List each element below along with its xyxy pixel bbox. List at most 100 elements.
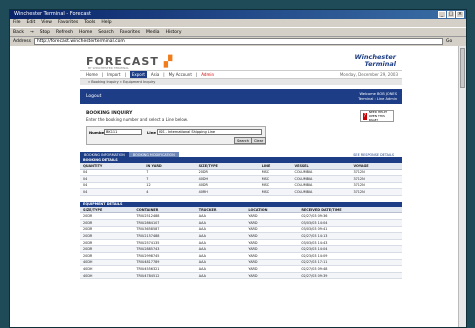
table-row: 40DH TRIU4784512 AAA YARD 02/27/03 09:39	[80, 272, 402, 280]
menu-tools[interactable]: Tools	[84, 19, 95, 27]
help-button[interactable]: ? NEED HELP? OPEN THIS PAGE?	[360, 110, 394, 122]
table-cell: AAA	[195, 272, 246, 280]
line-select[interactable]: ISS - International Shipping Line	[157, 129, 262, 135]
table-cell: 3712N	[350, 188, 402, 196]
tab-booking-modification[interactable]: BOOKING MODIFICATION	[128, 152, 179, 157]
table-cell: COLUMBIA	[291, 188, 351, 196]
vertical-scrollbar[interactable]	[458, 46, 466, 327]
table-cell: 7	[143, 169, 196, 177]
window-controls: _ □ ×	[438, 11, 464, 18]
go-button[interactable]: Go	[446, 37, 466, 46]
table-cell: 04	[80, 188, 144, 196]
sub-nav[interactable]: » Booking Inquiry » Equipment Inquiry	[80, 79, 402, 85]
address-input[interactable]: http://forecast.winchesterterminal.com	[33, 38, 443, 45]
stop-button[interactable]: Stop	[40, 28, 50, 36]
nav-export[interactable]: Export	[129, 71, 147, 78]
forward-button[interactable]: →	[30, 28, 34, 36]
equipment-details-table: SIZE/TYPE CONTAINER TRUCKER LOCATION REC…	[80, 206, 402, 280]
table-cell: AAA	[195, 219, 246, 227]
table-cell: AAA	[195, 212, 246, 220]
table-cell: 04	[80, 182, 144, 190]
table-cell: AAA	[195, 226, 246, 234]
minimize-button[interactable]: _	[438, 11, 446, 18]
table-cell: TRIU4784512	[133, 272, 196, 280]
table-row: 20DR TRIU2885743 AAA YARD 02/23/03 14:04	[80, 245, 402, 253]
scrollbar-thumb[interactable]	[460, 48, 465, 88]
table-cell: 20DR	[80, 239, 134, 247]
table-cell: 4	[143, 188, 196, 196]
address-label: Address	[13, 39, 31, 44]
table-cell: 40DH	[80, 272, 134, 280]
table-cell: 04	[80, 175, 144, 183]
table-cell: AAA	[195, 265, 246, 273]
help-icon: ?	[363, 112, 367, 120]
maximize-button[interactable]: □	[447, 11, 455, 18]
table-cell: 02/27/03 09:48	[298, 265, 402, 273]
table-cell: 20DR	[80, 245, 134, 253]
logout-link[interactable]: Logout	[86, 94, 101, 99]
back-button[interactable]: Back	[13, 28, 24, 36]
nav-asia[interactable]: Asia	[151, 71, 159, 78]
table-cell: 20DR	[80, 252, 134, 260]
table-cell: 40DR	[195, 182, 259, 190]
table-cell: 03/03/03 09:41	[298, 226, 402, 234]
table-cell: MSC	[258, 175, 292, 183]
page-viewport: FORECAST ▞ BY WINCHESTER TERMINAL Winche…	[10, 46, 458, 327]
table-row: 04 7 20DR MSC COLUMBIA 3712N	[80, 169, 402, 177]
close-button[interactable]: ×	[456, 11, 464, 18]
title-bar: Winchester Terminal - Forecast _ □ ×	[10, 10, 466, 19]
table-cell: AAA	[195, 259, 246, 267]
line-label: Line	[147, 130, 156, 135]
nav-my-account[interactable]: My Account	[169, 71, 192, 78]
table-row: 20DR TRIU2998745 AAA YARD 02/23/03 14:09	[80, 252, 402, 260]
table-cell: 20DR	[195, 169, 259, 177]
menu-file[interactable]: File	[13, 19, 21, 27]
booking-number-input[interactable]: BK111	[104, 129, 142, 135]
table-row: 40DH TRIU4817789 AAA YARD 02/27/03 17:11	[80, 259, 402, 267]
nav-admin[interactable]: Admin	[201, 71, 214, 78]
menu-help[interactable]: Help	[101, 19, 111, 27]
table-cell: 20DR	[80, 212, 134, 220]
welcome-role: Terminal : Line Admin	[358, 97, 397, 101]
table-cell: TRIU2885743	[133, 245, 196, 253]
see-response-details-link[interactable]: SEE RESPONSE DETAILS	[349, 152, 398, 158]
table-row: 04 7 40DH MSC COLUMBIA 3712N	[80, 175, 402, 183]
help-text: NEED HELP? OPEN THIS PAGE?	[368, 110, 388, 122]
welcome-text: Welcome BOB JONES Terminal : Line Admin	[358, 92, 397, 102]
table-cell: TRIU2574135	[133, 239, 196, 247]
table-cell: 3712N	[350, 169, 402, 177]
table-row: 20DR TRIU2864107 AAA YARD 03/03/03 14:04	[80, 219, 402, 227]
window-title: Winchester Terminal - Forecast	[14, 11, 91, 17]
menu-view[interactable]: View	[41, 19, 52, 27]
tab-booking-information[interactable]: BOOKING INFORMATION	[80, 152, 129, 157]
table-cell: 02/27/03 09:39	[298, 272, 402, 280]
nav-home[interactable]: Home	[86, 71, 98, 78]
menu-favorites[interactable]: Favorites	[58, 19, 78, 27]
table-row: 20DR TRIU3658587 AAA YARD 03/03/03 09:41	[80, 226, 402, 234]
clear-button[interactable]: Clear	[251, 137, 267, 144]
table-row: 20DR TRIU2157488 AAA YARD 02/27/03 14:13	[80, 232, 402, 240]
table-cell: TRIU2157488	[133, 232, 196, 240]
terminal-brand: Winchester Terminal	[354, 54, 396, 68]
table-cell: MSC	[258, 169, 292, 177]
history-button[interactable]: History	[166, 28, 182, 36]
table-cell: 20DR	[80, 232, 134, 240]
refresh-button[interactable]: Refresh	[56, 28, 73, 36]
menu-edit[interactable]: Edit	[27, 19, 36, 27]
table-cell: 03/03/03 14:43	[298, 239, 402, 247]
media-button[interactable]: Media	[146, 28, 160, 36]
table-cell: COLUMBIA	[291, 182, 351, 190]
table-cell: 3712N	[350, 175, 402, 183]
table-cell: YARD	[245, 272, 299, 280]
home-button[interactable]: Home	[79, 28, 92, 36]
menu-bar: File Edit View Favorites Tools Help	[10, 19, 466, 27]
table-row: 04 4 40RH MSC COLUMBIA 3712N	[80, 188, 402, 196]
search-button[interactable]: Search	[234, 137, 253, 144]
table-row: 04 12 40DR MSC COLUMBIA 3712N	[80, 182, 402, 190]
nav-import[interactable]: Import	[107, 71, 120, 78]
favorites-button[interactable]: Favorites	[120, 28, 140, 36]
inquiry-title: BOOKING INQUIRY	[86, 111, 133, 116]
table-cell: 02/27/03 09:36	[298, 212, 402, 220]
search-button[interactable]: Search	[98, 28, 113, 36]
table-cell: YARD	[245, 232, 299, 240]
